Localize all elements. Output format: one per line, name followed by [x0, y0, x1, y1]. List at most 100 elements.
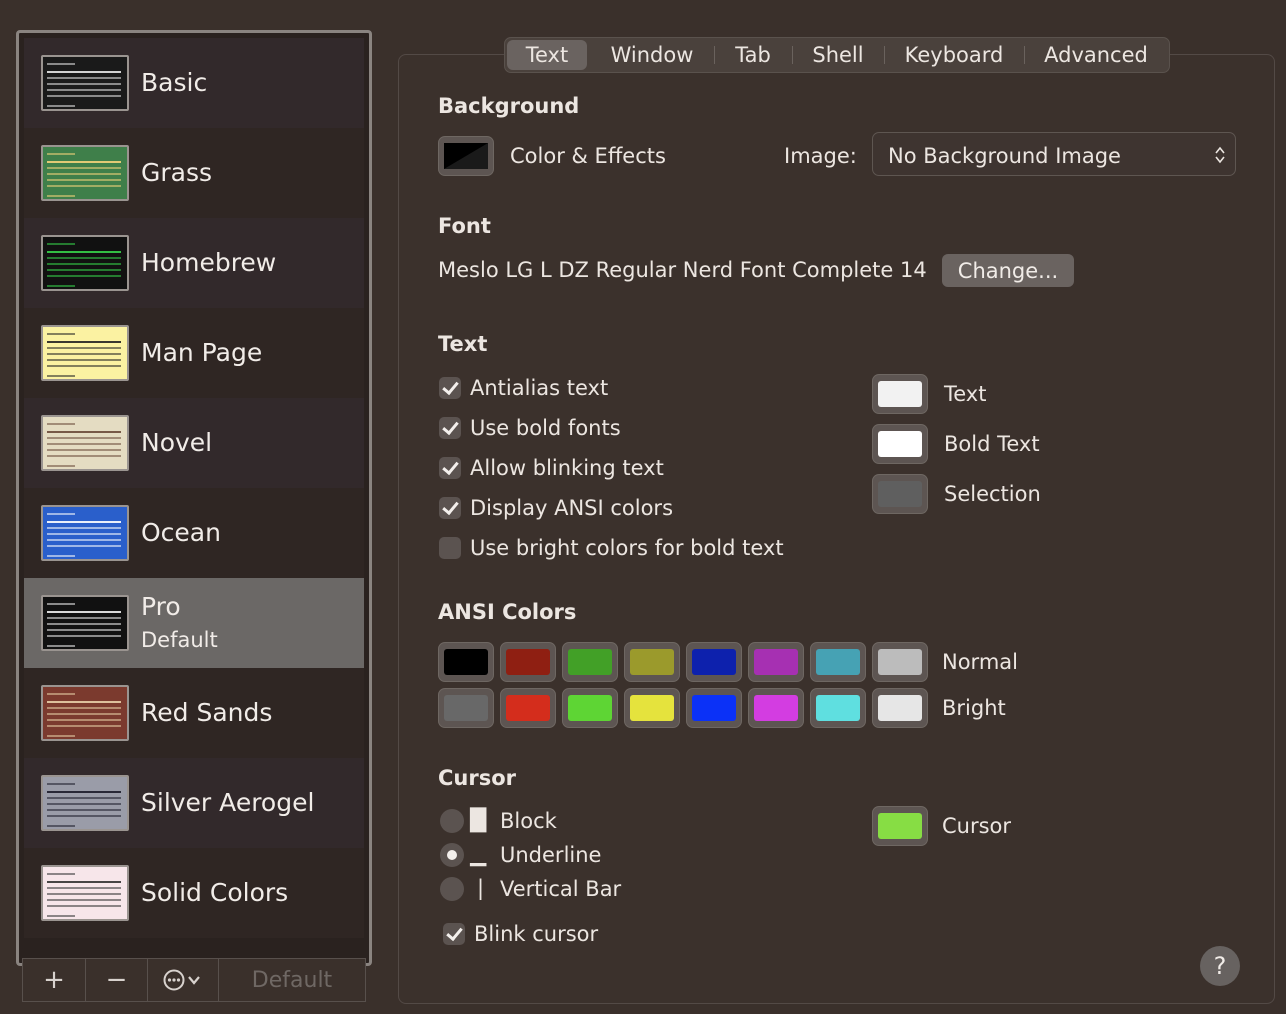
preview-line: [47, 521, 121, 523]
preview-line: [47, 347, 121, 349]
ansi-bright-color-well-7[interactable]: [872, 688, 928, 728]
cursor-color-well[interactable]: [872, 806, 928, 846]
ansi-bright-color-well-6[interactable]: [810, 688, 866, 728]
ansi-bright-color-well-4[interactable]: [686, 688, 742, 728]
background-heading: Background: [438, 94, 580, 118]
profile-name: Grass: [141, 158, 213, 187]
preview-line: [47, 645, 75, 647]
tab-shell[interactable]: Shell: [793, 40, 883, 70]
ansi-normal-color-well-0[interactable]: [438, 642, 494, 682]
profiles-toolbar: + − Default: [22, 958, 366, 1002]
ansi-normal-color-well-5[interactable]: [748, 642, 804, 682]
text-color-well[interactable]: [872, 374, 928, 414]
text-color-label: Text: [944, 382, 987, 406]
profile-preview-thumbnail: [41, 865, 129, 921]
ansi-bright-color-swatch: [816, 695, 860, 721]
preview-line: [47, 89, 121, 91]
preview-line: [47, 797, 121, 799]
bright-bold-checkbox[interactable]: [439, 537, 461, 559]
add-profile-button[interactable]: +: [23, 959, 86, 1001]
preview-line: [47, 195, 75, 197]
tab-tab[interactable]: Tab: [715, 40, 791, 70]
preview-line: [47, 63, 75, 65]
ansi-bright-color-well-0[interactable]: [438, 688, 494, 728]
preview-line: [47, 735, 75, 737]
more-actions-button[interactable]: [148, 959, 219, 1001]
profile-preview-thumbnail: [41, 145, 129, 201]
selection-color-well[interactable]: [872, 474, 928, 514]
cursor-underline-label: Underline: [500, 843, 602, 867]
ansi-bright-color-well-1[interactable]: [500, 688, 556, 728]
profile-item[interactable]: Ocean: [24, 488, 364, 578]
profile-item[interactable]: Red Sands: [24, 668, 364, 758]
cursor-color-swatch: [878, 813, 922, 839]
bold-text-color-swatch: [878, 431, 922, 457]
select-chevrons-icon: [1215, 146, 1225, 164]
ellipsis-circle-icon: [163, 969, 200, 991]
profiles-list[interactable]: Basic Grass Homebrew Man Page Novel Ocean Pro D…: [16, 30, 372, 966]
ansi-bright-color-well-5[interactable]: [748, 688, 804, 728]
antialias-checkbox[interactable]: [439, 377, 461, 399]
preview-line: [47, 603, 75, 605]
tab-window[interactable]: Window: [591, 40, 713, 70]
black-gradient-swatch: [444, 143, 488, 169]
preview-line: [47, 915, 75, 917]
ansi-bright-color-well-3[interactable]: [624, 688, 680, 728]
profile-name: Solid Colors: [141, 878, 289, 907]
bold-fonts-checkbox[interactable]: [439, 417, 461, 439]
ansi-normal-color-well-1[interactable]: [500, 642, 556, 682]
preview-line: [47, 431, 121, 433]
preview-line: [47, 629, 121, 631]
tab-keyboard[interactable]: Keyboard: [885, 40, 1023, 70]
cursor-underline-glyph: ▁: [470, 842, 487, 866]
ansi-normal-color-swatch: [878, 649, 922, 675]
ansi-normal-color-well-7[interactable]: [872, 642, 928, 682]
preview-line: [47, 693, 75, 695]
ansi-normal-color-well-4[interactable]: [686, 642, 742, 682]
help-button[interactable]: ?: [1200, 946, 1240, 986]
ansi-normal-color-well-3[interactable]: [624, 642, 680, 682]
profile-name: Basic: [141, 68, 208, 97]
tab-advanced[interactable]: Advanced: [1025, 40, 1167, 70]
profile-item[interactable]: Pro Default: [24, 578, 364, 668]
profile-preview-thumbnail: [41, 55, 129, 111]
ansi-bright-color-well-2[interactable]: [562, 688, 618, 728]
bright-bold-label: Use bright colors for bold text: [470, 536, 784, 560]
selection-color-swatch: [878, 481, 922, 507]
preview-line: [47, 539, 121, 541]
ansi-normal-color-swatch: [754, 649, 798, 675]
ansi-normal-color-well-6[interactable]: [810, 642, 866, 682]
image-label: Image:: [784, 144, 857, 168]
change-font-button[interactable]: Change...: [942, 254, 1074, 287]
profile-item[interactable]: Man Page: [24, 308, 364, 398]
cursor-block-radio[interactable]: [440, 809, 464, 833]
preview-line: [47, 437, 121, 439]
cursor-vertical-bar-radio[interactable]: [440, 877, 464, 901]
tab-text[interactable]: Text: [507, 40, 587, 70]
profile-item[interactable]: Novel: [24, 398, 364, 488]
set-default-button[interactable]: Default: [219, 959, 365, 1001]
profile-name: Red Sands: [141, 698, 273, 727]
profile-item[interactable]: Silver Aerogel: [24, 758, 364, 848]
profile-item[interactable]: Solid Colors: [24, 848, 364, 938]
preview-line: [47, 623, 121, 625]
profile-item[interactable]: Homebrew: [24, 218, 364, 308]
tab-bar: Text Window Tab Shell Keyboard Advanced: [504, 37, 1170, 73]
bold-text-color-well[interactable]: [872, 424, 928, 464]
ansi-normal-color-swatch: [568, 649, 612, 675]
preview-line: [47, 791, 121, 793]
profile-item[interactable]: Grass: [24, 128, 364, 218]
preview-line: [47, 83, 121, 85]
ansi-normal-color-well-2[interactable]: [562, 642, 618, 682]
background-color-well[interactable]: [438, 136, 494, 176]
blink-cursor-label: Blink cursor: [474, 922, 599, 946]
background-image-select[interactable]: No Background Image: [872, 132, 1236, 176]
ansi-colors-checkbox[interactable]: [439, 497, 461, 519]
remove-profile-button[interactable]: −: [86, 959, 148, 1001]
cursor-underline-radio[interactable]: [440, 843, 464, 867]
blinking-text-checkbox[interactable]: [439, 457, 461, 479]
blink-cursor-checkbox[interactable]: [443, 923, 465, 945]
selection-color-label: Selection: [944, 482, 1041, 506]
preview-line: [47, 285, 75, 287]
profile-item[interactable]: Basic: [24, 38, 364, 128]
